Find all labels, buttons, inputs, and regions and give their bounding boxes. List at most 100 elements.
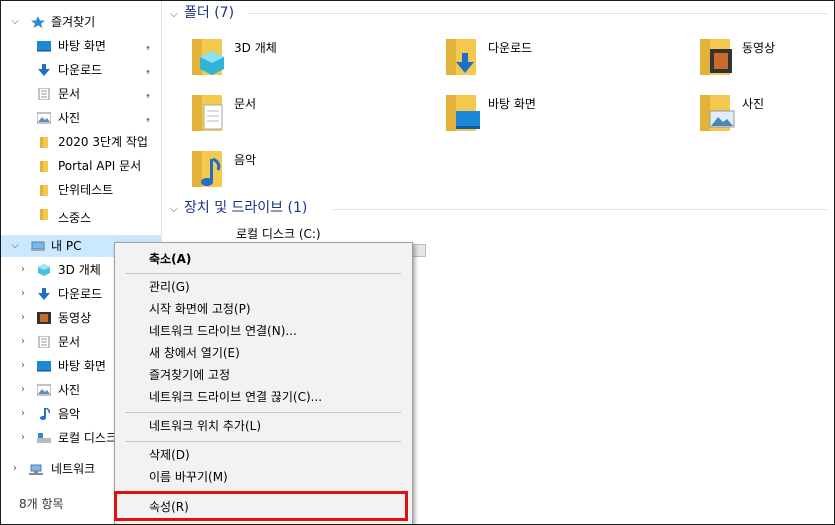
nav-label: 단위테스트 (58, 183, 114, 197)
menu-item-map-drive[interactable]: 네트워크 드라이브 연결(N)... (115, 320, 412, 342)
nav-label: 다운로드 (58, 63, 103, 77)
nav-label: 바탕 화면 (58, 359, 106, 373)
group-header-folders[interactable]: ⌵ 폴더 (7) (170, 2, 234, 24)
nav-item-desktop[interactable]: 바탕 화면 ❟ (1, 35, 161, 57)
pin-icon[interactable]: ❟ (146, 107, 150, 129)
menu-item-manage[interactable]: 관리(G) (115, 276, 412, 298)
file-explorer-window: ⌵ 즐겨찾기 바탕 화면 ❟ 다운로드 ❟ 문서 ❟ 사진 ❟ 2020 3단계… (0, 0, 835, 525)
nav-label: Portal API 문서 (58, 159, 142, 173)
film-icon (37, 312, 51, 324)
folder-download-icon (446, 39, 476, 75)
folder-pictures-icon (700, 95, 735, 131)
chevron-down-icon[interactable]: ⌵ (170, 4, 184, 26)
nav-item-documents[interactable]: 문서 ❟ (1, 83, 161, 105)
folder-icon (40, 185, 48, 196)
document-icon (38, 336, 50, 348)
pictures-icon (37, 112, 51, 124)
folder-label: 동영상 (742, 41, 776, 55)
menu-item-delete[interactable]: 삭제(D) (115, 444, 412, 466)
chevron-right-icon[interactable]: › (17, 331, 29, 353)
computer-icon (31, 241, 45, 251)
nav-label: 즐겨찾기 (51, 15, 96, 29)
group-header-drives[interactable]: ⌵ 장치 및 드라이브 (1) (170, 197, 307, 219)
folder-tile-pictures[interactable]: 사진 (698, 89, 834, 141)
nav-label: 3D 개체 (58, 263, 101, 277)
pin-icon[interactable]: ❟ (146, 59, 150, 81)
menu-separator (125, 273, 401, 274)
chevron-down-icon[interactable]: ⌵ (170, 199, 184, 221)
document-icon (38, 88, 50, 100)
music-note-icon (40, 408, 50, 420)
nav-item-folder[interactable]: 스중스 (1, 203, 161, 223)
folder-tile-3d[interactable]: 3D 개체 (190, 33, 430, 85)
chevron-down-icon[interactable]: ⌵ (9, 235, 21, 257)
nav-label: 스중스 (58, 211, 92, 223)
nav-label: 사진 (58, 383, 81, 397)
group-divider (332, 209, 828, 210)
menu-item-open-new-window[interactable]: 새 창에서 열기(E) (115, 342, 412, 364)
chevron-right-icon[interactable]: › (17, 283, 29, 305)
drive-icon (37, 433, 51, 443)
group-title: 폴더 (7) (184, 5, 235, 21)
folder-label: 3D 개체 (234, 41, 277, 55)
status-item-count: 8개 항목 (19, 497, 64, 511)
folder-tile-desktop[interactable]: 바탕 화면 (444, 89, 684, 141)
pictures-icon (37, 384, 51, 396)
chevron-right-icon[interactable]: › (17, 403, 29, 425)
nav-label: 2020 3단계 작업 (58, 135, 148, 149)
nav-label: 동영상 (58, 311, 92, 325)
folder-tile-documents[interactable]: 문서 (190, 89, 430, 141)
folder-icon (40, 209, 48, 220)
nav-item-folder[interactable]: Portal API 문서 (1, 155, 161, 177)
chevron-down-icon[interactable]: ⌵ (9, 11, 21, 33)
pin-icon[interactable]: ❟ (146, 83, 150, 105)
highlight-box (114, 491, 408, 521)
download-icon (38, 64, 50, 76)
folder-desktop-icon (446, 95, 480, 131)
menu-item-disconnect-drive[interactable]: 네트워크 드라이브 연결 끊기(C)... (115, 386, 412, 408)
folder-tile-videos[interactable]: 동영상 (698, 33, 834, 85)
folder-video-icon (700, 39, 732, 75)
menu-item-rename[interactable]: 이름 바꾸기(M) (115, 466, 412, 488)
desktop-icon (37, 361, 51, 372)
chevron-right-icon[interactable]: › (17, 355, 29, 377)
pin-icon[interactable]: ❟ (146, 35, 150, 57)
nav-label: 문서 (58, 87, 81, 101)
nav-quick-access[interactable]: ⌵ 즐겨찾기 (1, 11, 161, 33)
nav-item-downloads[interactable]: 다운로드 ❟ (1, 59, 161, 81)
nav-label: 음악 (58, 407, 81, 421)
chevron-right-icon[interactable]: › (17, 307, 29, 329)
folder-label: 다운로드 (488, 41, 533, 55)
menu-separator (125, 412, 401, 413)
menu-item-add-network-location[interactable]: 네트워크 위치 추가(L) (115, 415, 412, 437)
folder-label: 바탕 화면 (488, 97, 536, 111)
folder-label: 문서 (234, 97, 257, 111)
nav-item-pictures[interactable]: 사진 ❟ (1, 107, 161, 129)
star-icon (31, 16, 45, 28)
desktop-icon (37, 41, 51, 52)
nav-label: 사진 (58, 111, 81, 125)
group-title: 장치 및 드라이브 (1) (184, 200, 308, 216)
chevron-right-icon[interactable]: › (17, 259, 29, 281)
context-menu: 축소(A) 관리(G) 시작 화면에 고정(P) 네트워크 드라이브 연결(N)… (114, 242, 413, 524)
nav-item-folder[interactable]: 2020 3단계 작업 (1, 131, 161, 153)
chevron-right-icon[interactable]: › (17, 427, 29, 449)
nav-label: 내 PC (51, 239, 82, 253)
folder-music-icon (192, 151, 222, 187)
menu-separator (125, 441, 401, 442)
menu-item-pin-quick-access[interactable]: 즐겨찾기에 고정 (115, 364, 412, 386)
menu-item-collapse[interactable]: 축소(A) (115, 248, 412, 270)
network-icon (29, 464, 43, 475)
group-divider (248, 13, 828, 14)
cube-icon (38, 264, 50, 276)
folder-tile-downloads[interactable]: 다운로드 (444, 33, 684, 85)
drive-label: 로컬 디스크 (C:) (236, 227, 321, 241)
folder-label: 음악 (234, 153, 257, 167)
nav-label: 문서 (58, 335, 81, 349)
folder-tile-music[interactable]: 음악 (190, 145, 430, 197)
chevron-right-icon[interactable]: › (9, 458, 21, 480)
folder-icon (40, 161, 48, 172)
menu-item-pin-start[interactable]: 시작 화면에 고정(P) (115, 298, 412, 320)
chevron-right-icon[interactable]: › (17, 379, 29, 401)
nav-item-folder[interactable]: 단위테스트 (1, 179, 161, 201)
